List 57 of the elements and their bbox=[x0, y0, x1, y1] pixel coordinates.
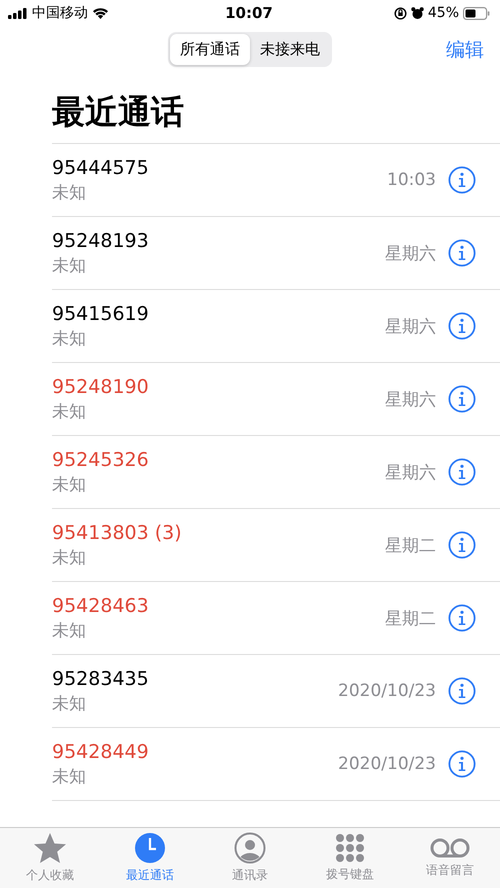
call-time: 10:03 bbox=[387, 170, 436, 190]
page-title: 最近通话 bbox=[51, 91, 185, 133]
caller-number: 95428463 bbox=[52, 594, 150, 616]
tab-item[interactable]: 拨号键盘 bbox=[305, 833, 395, 883]
voicemail-icon bbox=[430, 837, 470, 859]
caller-number: 95248190 bbox=[52, 376, 150, 398]
caller-number: 95413803 (3) bbox=[52, 522, 183, 544]
tab-item[interactable]: 个人收藏 bbox=[5, 832, 95, 884]
info-icon[interactable] bbox=[448, 531, 476, 559]
person-icon bbox=[234, 832, 266, 864]
caller-label: 未知 bbox=[52, 254, 87, 276]
star-icon bbox=[33, 832, 67, 864]
call-time: 星期六 bbox=[385, 388, 436, 410]
tab-item[interactable]: 语音留言 bbox=[405, 837, 495, 879]
caller-label: 未知 bbox=[52, 182, 87, 204]
info-icon[interactable] bbox=[448, 166, 476, 194]
segment-tab[interactable]: 所有通话 bbox=[170, 34, 250, 64]
call-time: 2020/10/23 bbox=[338, 754, 436, 774]
info-icon[interactable] bbox=[448, 385, 476, 413]
info-icon[interactable] bbox=[448, 458, 476, 486]
caller-label: 未知 bbox=[52, 766, 87, 788]
info-icon[interactable] bbox=[448, 750, 476, 778]
carrier-name: 中国移动 bbox=[32, 4, 88, 22]
call-time: 2020/10/23 bbox=[338, 681, 436, 701]
caller-label: 未知 bbox=[52, 328, 87, 350]
caller-number: 95444575 bbox=[52, 156, 150, 178]
status-time: 10:07 bbox=[225, 4, 273, 22]
tab-item[interactable]: 最近通话 bbox=[105, 832, 195, 884]
caller-number: 95248193 bbox=[52, 230, 150, 252]
rotation-lock-icon bbox=[394, 6, 407, 20]
wifi-icon bbox=[92, 7, 109, 19]
call-time: 星期二 bbox=[385, 608, 436, 630]
edit-button[interactable]: 编辑 bbox=[444, 35, 486, 65]
clock-icon bbox=[134, 832, 166, 864]
caller-label: 未知 bbox=[52, 692, 87, 714]
caller-label: 未知 bbox=[52, 400, 87, 422]
call-time: 星期六 bbox=[385, 462, 436, 484]
signal-icon bbox=[8, 8, 28, 18]
info-icon[interactable] bbox=[448, 312, 476, 340]
caller-label: 未知 bbox=[52, 620, 87, 642]
call-time: 星期二 bbox=[385, 534, 436, 556]
info-icon[interactable] bbox=[448, 677, 476, 705]
keypad-icon bbox=[335, 833, 365, 863]
caller-number: 95283435 bbox=[52, 668, 150, 690]
call-time: 星期六 bbox=[385, 242, 436, 264]
caller-number: 95415619 bbox=[52, 302, 150, 324]
caller-number: 95428449 bbox=[52, 740, 150, 762]
info-icon[interactable] bbox=[448, 239, 476, 267]
call-time: 星期六 bbox=[385, 316, 436, 338]
tab-item[interactable]: 通讯录 bbox=[205, 832, 295, 884]
caller-number: 95245326 bbox=[52, 448, 150, 470]
segment-tab[interactable]: 未接来电 bbox=[250, 34, 330, 64]
caller-label: 未知 bbox=[52, 546, 87, 568]
caller-label: 未知 bbox=[52, 474, 87, 496]
battery-percent: 45% bbox=[428, 5, 459, 21]
info-icon[interactable] bbox=[448, 604, 476, 632]
battery-icon bbox=[463, 6, 490, 20]
